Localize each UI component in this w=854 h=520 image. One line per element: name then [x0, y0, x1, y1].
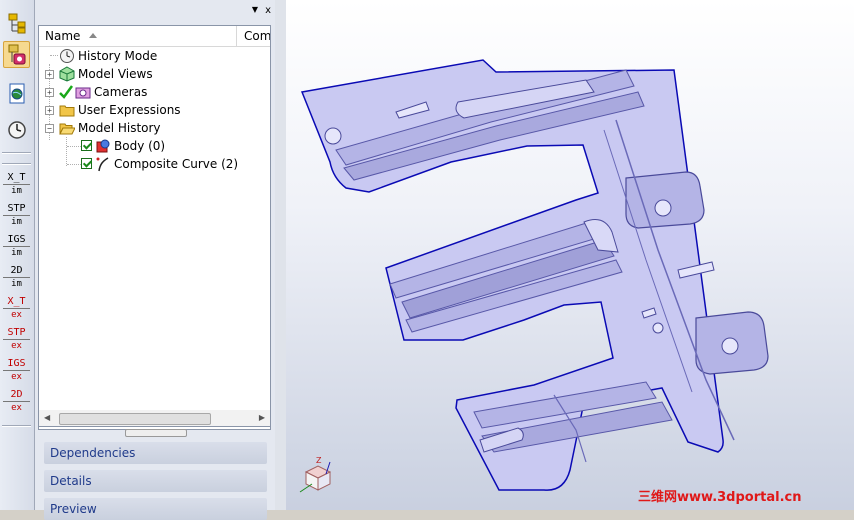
- format-label: STP: [3, 328, 30, 340]
- assembly-tree-icon: [8, 13, 25, 33]
- import-xt-button[interactable]: X_T im: [3, 173, 30, 201]
- tree-label: Body (0): [114, 139, 166, 153]
- format-label: X_T: [3, 173, 30, 185]
- format-label: 2D: [3, 266, 30, 278]
- svg-text:Z: Z: [316, 456, 322, 465]
- watermark-text: 三维网www.3dportal.cn: [638, 490, 802, 505]
- export-2d-button[interactable]: 2D ex: [3, 390, 30, 418]
- web-browser-button[interactable]: [3, 80, 30, 107]
- clock-icon: [7, 120, 26, 139]
- tree-row-model-history[interactable]: − Model History: [39, 119, 269, 137]
- tree-header: Name Com: [39, 26, 270, 47]
- tree-row-body[interactable]: Body (0): [39, 137, 269, 155]
- tree-label: User Expressions: [78, 103, 181, 117]
- tree-row-composite-curve[interactable]: Composite Curve (2): [39, 155, 269, 173]
- mode-label: im: [11, 248, 22, 258]
- format-label: 2D: [3, 390, 30, 402]
- section-details[interactable]: Details: [44, 470, 267, 492]
- clock-icon: [60, 49, 74, 63]
- tree-row-user-expressions[interactable]: + User Expressions: [39, 101, 269, 119]
- expand-icon[interactable]: +: [45, 106, 54, 115]
- tree-row-model-views[interactable]: + Model Views: [39, 65, 269, 83]
- history-button[interactable]: [3, 116, 30, 143]
- expand-icon[interactable]: +: [45, 88, 54, 97]
- globe-page-icon: [9, 83, 24, 103]
- visibility-checkbox[interactable]: [81, 140, 92, 151]
- tree-label: Model History: [78, 121, 161, 135]
- mode-label: ex: [11, 372, 22, 382]
- tree-horizontal-scrollbar[interactable]: ◀ ▶: [38, 410, 271, 427]
- views-icon: [59, 66, 75, 82]
- body-icon: [96, 139, 110, 153]
- export-xt-button[interactable]: X_T ex: [3, 297, 30, 325]
- assembly-navigator-button[interactable]: [3, 10, 30, 37]
- collapse-icon[interactable]: −: [45, 124, 54, 133]
- column-comment-label: Com: [244, 29, 271, 43]
- column-header-name[interactable]: Name: [39, 26, 237, 46]
- view-triad-icon[interactable]: Z: [299, 456, 332, 493]
- format-label: STP: [3, 204, 30, 216]
- section-dependencies[interactable]: Dependencies: [44, 442, 267, 464]
- export-igs-button[interactable]: IGS ex: [3, 359, 30, 387]
- mode-label: im: [11, 279, 22, 289]
- folder-icon: [59, 105, 75, 117]
- tree-label: Model Views: [78, 67, 153, 81]
- import-stp-button[interactable]: STP im: [3, 204, 30, 232]
- checked-camera-icon: [59, 85, 91, 99]
- part-navigator-tree[interactable]: Name Com History Mode + Model Views + Ca…: [38, 25, 271, 430]
- graphics-viewport[interactable]: Z 三维网www.3dportal.cn: [286, 0, 854, 510]
- tree-label: Cameras: [94, 85, 148, 99]
- tree-label: History Mode: [78, 49, 158, 63]
- folder-open-icon: [59, 123, 75, 135]
- scrollbar-thumb[interactable]: [59, 413, 211, 425]
- mode-label: ex: [11, 341, 22, 351]
- column-header-comment[interactable]: Com: [238, 26, 271, 46]
- mode-label: im: [11, 186, 22, 196]
- model-history-icon: [8, 44, 25, 64]
- column-name-label: Name: [45, 29, 81, 43]
- tree-label: Composite Curve (2): [114, 157, 239, 171]
- visibility-checkbox[interactable]: [81, 158, 92, 169]
- panel-close-button[interactable]: x: [265, 5, 271, 16]
- sort-ascending-icon: [89, 33, 97, 38]
- import-2d-button[interactable]: 2D im: [3, 266, 30, 294]
- section-preview[interactable]: Preview: [44, 498, 267, 520]
- panel-dropdown-icon[interactable]: ▼: [252, 5, 258, 14]
- part-navigator-button[interactable]: [3, 41, 30, 68]
- mode-label: im: [11, 217, 22, 227]
- separator: [2, 163, 31, 165]
- panel-splitter[interactable]: [125, 429, 187, 437]
- scroll-left-icon[interactable]: ◀: [44, 413, 50, 422]
- format-label: X_T: [3, 297, 30, 309]
- tree-row-history-mode[interactable]: History Mode: [39, 47, 269, 65]
- import-igs-button[interactable]: IGS im: [3, 235, 30, 263]
- format-label: IGS: [3, 359, 30, 371]
- format-label: IGS: [3, 235, 30, 247]
- expand-icon[interactable]: +: [45, 70, 54, 79]
- curve-icon: [96, 157, 109, 172]
- mode-label: ex: [11, 310, 22, 320]
- export-stp-button[interactable]: STP ex: [3, 328, 30, 356]
- tree-row-cameras[interactable]: + Cameras: [39, 83, 269, 101]
- separator: [2, 152, 31, 154]
- scroll-right-icon[interactable]: ▶: [259, 413, 265, 422]
- resource-bar: X_T im STP im IGS im 2D im X_T ex STP ex…: [0, 0, 35, 510]
- separator: [2, 425, 31, 427]
- part-model[interactable]: Z: [286, 0, 854, 510]
- mode-label: ex: [11, 403, 22, 413]
